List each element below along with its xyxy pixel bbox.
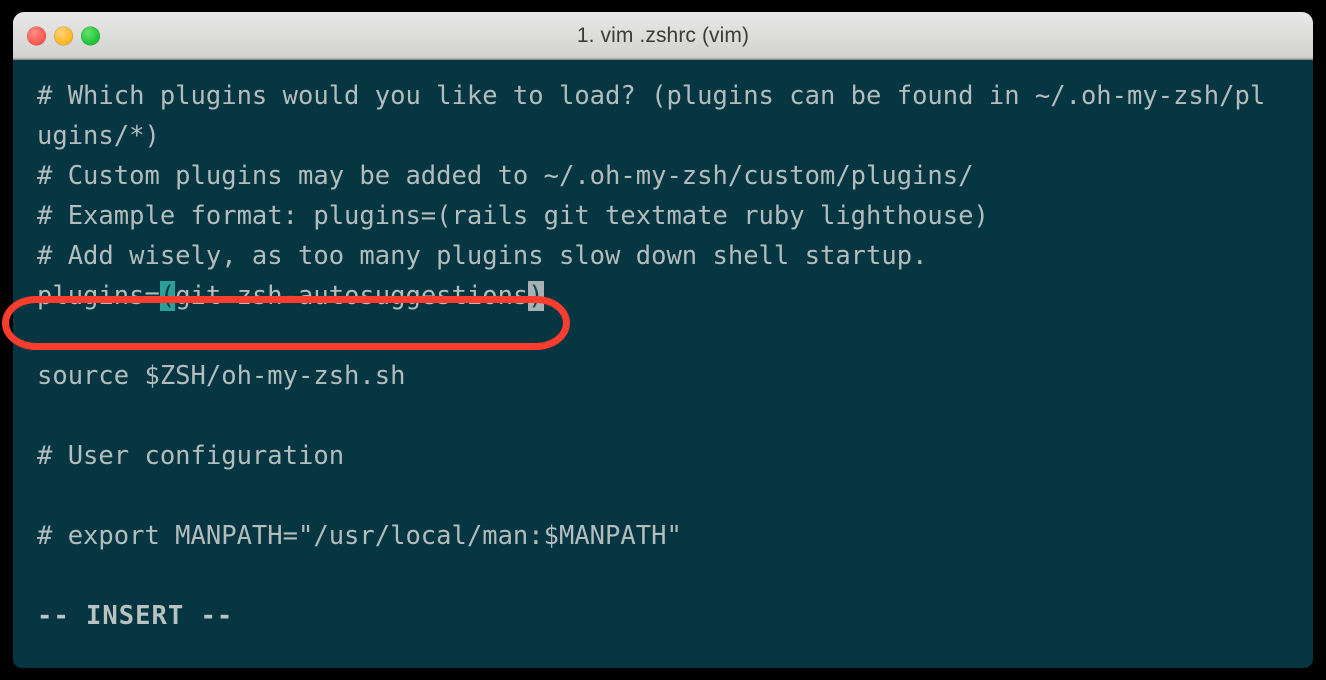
editor-line: source $ZSH/oh-my-zsh.sh [37,361,406,391]
block-cursor: ) [528,281,544,311]
editor-line: # Add wisely, as too many plugins slow d… [37,241,928,271]
plugins-list: git zsh-autosuggestions [175,281,529,311]
editor-line: # User configuration [37,441,345,471]
terminal-window: 1. vim .zshrc (vim) # Which plugins woul… [13,12,1313,668]
editor-line: # Example format: plugins=(rails git tex… [37,201,989,231]
plugins-assignment: plugins= [37,281,160,311]
window-title: 1. vim .zshrc (vim) [576,24,750,47]
editor-line: ugins/*) [37,121,160,151]
matching-paren-highlight: ( [159,281,176,311]
editor-line: # Custom plugins may be added to ~/.oh-m… [37,161,974,191]
screenshot-root: 1. vim .zshrc (vim) # Which plugins woul… [0,0,1326,680]
vim-mode-status: -- INSERT -- [37,601,234,631]
plugins-line[interactable]: plugins=(git zsh-autosuggestions) [37,276,1313,316]
editor-line: # export MANPATH="/usr/local/man:$MANPAT… [37,521,682,551]
terminal-body[interactable]: # Which plugins would you like to load? … [13,60,1313,668]
title-bar[interactable]: 1. vim .zshrc (vim) [13,12,1313,60]
editor-buffer: # Which plugins would you like to load? … [37,76,1313,636]
editor-line: # Which plugins would you like to load? … [37,81,1266,111]
